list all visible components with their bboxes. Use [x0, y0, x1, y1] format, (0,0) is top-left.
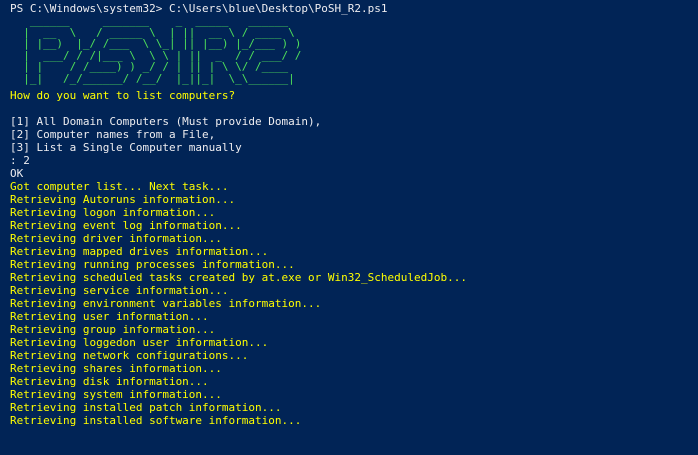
- log-line: Retrieving installed patch information..…: [10, 401, 282, 414]
- menu-question: How do you want to list computers?: [10, 89, 236, 102]
- posh-r2-banner: ______ _______ _ _____ ______ | __ \ / _…: [10, 15, 698, 84]
- banner-line: | | / /____) ) _/ / | || | \ \/ /____: [10, 60, 289, 73]
- log-line: Retrieving mapped drives information...: [10, 245, 269, 258]
- log-line: Retrieving running processes information…: [10, 258, 295, 271]
- banner-line: | |__) |_/ /___ \ \_| || |__) |_/___ ) ): [10, 37, 302, 50]
- menu-option-3: [3] List a Single Computer manually: [10, 141, 242, 154]
- log-line: Got computer list... Next task...: [10, 180, 229, 193]
- menu-option-2: [2] Computer names from a File,: [10, 128, 216, 141]
- log-line: Retrieving logon information...: [10, 206, 216, 219]
- log-line: Retrieving loggedon user information...: [10, 336, 269, 349]
- ok-line: OK: [10, 167, 24, 180]
- menu-option-1: [1] All Domain Computers (Must provide D…: [10, 115, 322, 128]
- log-line: Retrieving driver information...: [10, 232, 222, 245]
- banner-line: ______ _______ _ _____ ______: [10, 14, 289, 27]
- log-output: Got computer list... Next task... Retriev…: [10, 180, 698, 427]
- log-line: Retrieving Autoruns information...: [10, 193, 236, 206]
- log-line: Retrieving network configurations...: [10, 349, 249, 362]
- log-line: Retrieving user information...: [10, 310, 209, 323]
- log-line: Retrieving shares information...: [10, 362, 222, 375]
- log-line: Retrieving service information...: [10, 284, 229, 297]
- log-line: Retrieving scheduled tasks created by at…: [10, 271, 467, 284]
- log-line: Retrieving system information...: [10, 388, 222, 401]
- log-line: Retrieving event log information...: [10, 219, 242, 232]
- log-line: Retrieving disk information...: [10, 375, 209, 388]
- user-input-line[interactable]: : 2: [10, 154, 698, 167]
- powershell-console[interactable]: PS C:\Windows\system32> C:\Users\blue\De…: [0, 0, 698, 455]
- log-line: Retrieving group information...: [10, 323, 216, 336]
- banner-line: |_| /_/______/ /__/ |_||_| \_\______|: [10, 71, 295, 85]
- log-line: Retrieving installed software informatio…: [10, 414, 302, 427]
- log-line: Retrieving environment variables informa…: [10, 297, 322, 310]
